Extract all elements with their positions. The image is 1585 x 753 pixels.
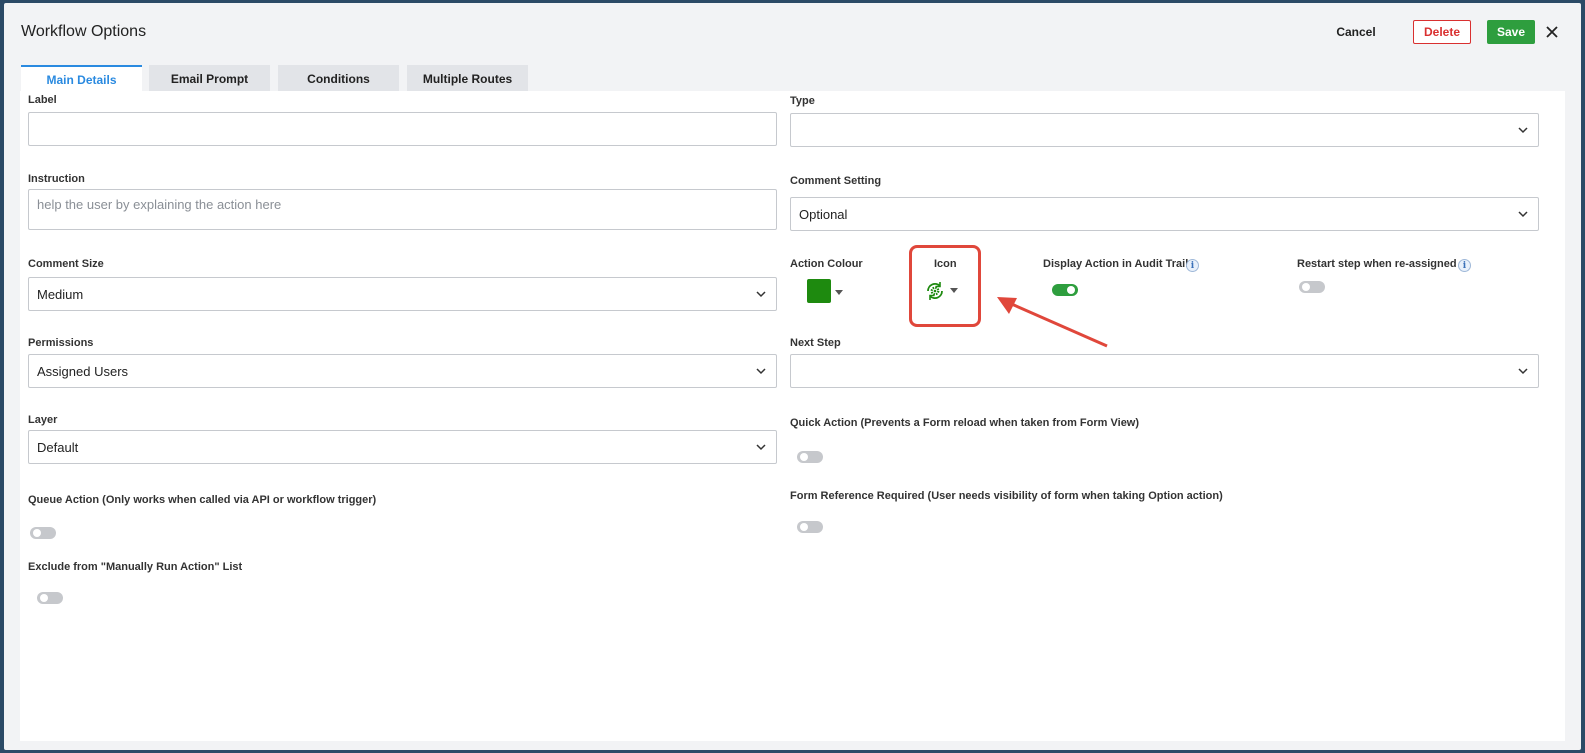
action-colour-swatch[interactable]	[807, 279, 831, 303]
chevron-down-icon	[756, 444, 766, 451]
annotation-arrow-icon	[997, 297, 1108, 348]
chevron-down-icon	[756, 291, 766, 298]
next-step-label: Next Step	[790, 337, 841, 349]
tab-conditions[interactable]: Conditions	[278, 65, 399, 92]
restart-step-label: Restart step when re-assigned	[1297, 258, 1457, 270]
layer-label: Layer	[28, 414, 58, 426]
quick-action-toggle[interactable]	[797, 451, 823, 463]
queue-action-toggle[interactable]	[30, 527, 56, 539]
label-input[interactable]	[28, 112, 777, 146]
save-button[interactable]: Save	[1487, 20, 1535, 44]
type-label: Type	[790, 95, 815, 107]
comment-setting-label: Comment Setting	[790, 175, 882, 187]
modal-title: Workflow Options	[21, 23, 147, 40]
cancel-button[interactable]: Cancel	[1326, 20, 1386, 44]
layer-select[interactable]: Default	[28, 430, 777, 464]
exclude-manual-label: Exclude from "Manually Run Action" List	[28, 561, 243, 573]
chevron-down-icon	[1518, 127, 1528, 134]
comment-setting-value: Optional	[799, 206, 848, 222]
chevron-down-icon	[1518, 368, 1528, 375]
chevron-down-icon	[1518, 211, 1528, 218]
exclude-manual-toggle[interactable]	[37, 592, 63, 604]
tab-main-details[interactable]: Main Details	[21, 65, 142, 92]
display-audit-label: Display Action in Audit Trail	[1043, 258, 1189, 270]
comment-size-select[interactable]: Medium	[28, 277, 777, 311]
instruction-label: Instruction	[28, 173, 85, 185]
delete-button[interactable]: Delete	[1413, 20, 1471, 44]
annotation-highlight-box	[909, 245, 981, 327]
restart-step-toggle[interactable]	[1299, 281, 1325, 293]
form-reference-toggle[interactable]	[797, 521, 823, 533]
label-field-label: Label	[28, 94, 57, 106]
tab-email-prompt[interactable]: Email Prompt	[149, 65, 270, 92]
type-select[interactable]	[790, 113, 1539, 147]
layer-value: Default	[37, 439, 79, 455]
caret-down-icon[interactable]	[835, 290, 843, 295]
quick-action-label: Quick Action (Prevents a Form reload whe…	[790, 417, 1140, 429]
permissions-select[interactable]: Assigned Users	[28, 354, 777, 388]
comment-setting-select[interactable]: Optional	[790, 197, 1539, 231]
comment-size-label: Comment Size	[28, 258, 104, 270]
close-icon[interactable]	[1541, 21, 1563, 43]
info-icon[interactable]: i	[1186, 259, 1199, 272]
info-icon[interactable]: i	[1458, 259, 1471, 272]
permissions-label: Permissions	[28, 337, 94, 349]
chevron-down-icon	[756, 368, 766, 375]
instruction-textarea[interactable]	[28, 189, 777, 230]
queue-action-label: Queue Action (Only works when called via…	[28, 494, 377, 506]
action-colour-label: Action Colour	[790, 258, 863, 270]
next-step-select[interactable]	[790, 354, 1539, 388]
workflow-options-modal: Workflow Options Cancel Delete Save Main…	[4, 3, 1581, 750]
tab-multiple-routes[interactable]: Multiple Routes	[407, 65, 528, 92]
comment-size-value: Medium	[37, 286, 84, 302]
form-reference-label: Form Reference Required (User needs visi…	[790, 490, 1223, 502]
permissions-value: Assigned Users	[37, 363, 129, 379]
